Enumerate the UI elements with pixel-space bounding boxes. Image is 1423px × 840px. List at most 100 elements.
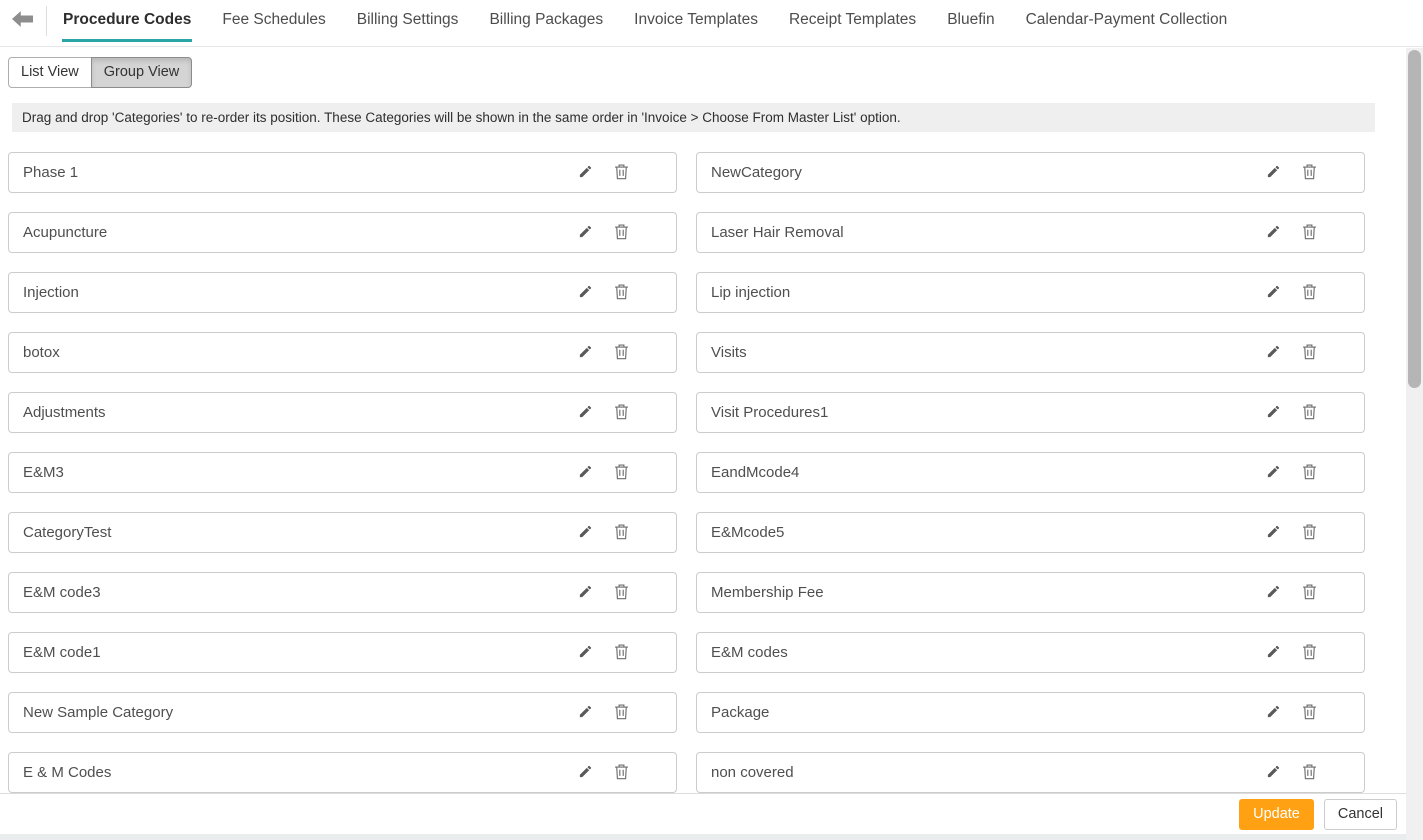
category-card[interactable]: EandMcode4 (696, 452, 1365, 493)
edit-category-button[interactable] (1266, 524, 1281, 542)
delete-category-button[interactable] (1302, 223, 1317, 243)
category-card[interactable]: Lip injection (696, 272, 1365, 313)
delete-category-button[interactable] (614, 343, 629, 363)
tab-fee-schedules[interactable]: Fee Schedules (221, 11, 326, 42)
category-card[interactable]: CategoryTest (8, 512, 677, 553)
edit-category-button[interactable] (578, 524, 593, 542)
tab-label: Bluefin (947, 11, 994, 28)
list-view-button[interactable]: List View (8, 57, 92, 88)
edit-category-button[interactable] (1266, 764, 1281, 782)
edit-category-button[interactable] (1266, 464, 1281, 482)
nav-tabs: Procedure Codes Fee Schedules Billing Se… (62, 11, 1228, 42)
delete-category-button[interactable] (1302, 403, 1317, 423)
category-card-actions (1266, 453, 1317, 492)
category-name: E&Mcode5 (711, 524, 784, 541)
delete-category-button[interactable] (614, 583, 629, 603)
edit-category-button[interactable] (1266, 344, 1281, 362)
category-card[interactable]: E&M code1 (8, 632, 677, 673)
category-card[interactable]: Phase 1 (8, 152, 677, 193)
category-card[interactable]: botox (8, 332, 677, 373)
category-column-right: NewCategory Laser Hair Removal (696, 152, 1365, 793)
trash-icon (1302, 583, 1317, 603)
category-card[interactable]: NewCategory (696, 152, 1365, 193)
pencil-icon (578, 344, 593, 362)
delete-category-button[interactable] (1302, 463, 1317, 483)
edit-category-button[interactable] (1266, 704, 1281, 722)
pencil-icon (1266, 164, 1281, 182)
edit-category-button[interactable] (578, 764, 593, 782)
cancel-button[interactable]: Cancel (1324, 799, 1397, 830)
delete-category-button[interactable] (614, 283, 629, 303)
pencil-icon (1266, 464, 1281, 482)
delete-category-button[interactable] (614, 403, 629, 423)
category-card[interactable]: E&M3 (8, 452, 677, 493)
edit-category-button[interactable] (1266, 164, 1281, 182)
edit-category-button[interactable] (578, 644, 593, 662)
category-card[interactable]: Acupuncture (8, 212, 677, 253)
category-card-actions (578, 273, 629, 312)
edit-category-button[interactable] (578, 164, 593, 182)
category-card[interactable]: Visits (696, 332, 1365, 373)
trash-icon (614, 583, 629, 603)
category-card[interactable]: Laser Hair Removal (696, 212, 1365, 253)
edit-category-button[interactable] (1266, 584, 1281, 602)
edit-category-button[interactable] (578, 284, 593, 302)
category-name: botox (23, 344, 60, 361)
category-card[interactable]: Membership Fee (696, 572, 1365, 613)
category-card[interactable]: E & M Codes (8, 752, 677, 793)
delete-category-button[interactable] (614, 763, 629, 783)
edit-category-button[interactable] (1266, 644, 1281, 662)
category-card[interactable]: non covered (696, 752, 1365, 793)
category-card[interactable]: Visit Procedures1 (696, 392, 1365, 433)
tab-calendar-payment-collection[interactable]: Calendar-Payment Collection (1025, 11, 1229, 42)
delete-category-button[interactable] (1302, 523, 1317, 543)
delete-category-button[interactable] (614, 163, 629, 183)
edit-category-button[interactable] (578, 704, 593, 722)
delete-category-button[interactable] (1302, 703, 1317, 723)
edit-category-button[interactable] (1266, 224, 1281, 242)
edit-category-button[interactable] (578, 404, 593, 422)
back-button[interactable] (12, 10, 33, 33)
category-card[interactable]: E&Mcode5 (696, 512, 1365, 553)
edit-category-button[interactable] (1266, 284, 1281, 302)
drag-drop-info-banner: Drag and drop 'Categories' to re-order i… (12, 103, 1375, 132)
trash-icon (1302, 763, 1317, 783)
tab-receipt-templates[interactable]: Receipt Templates (788, 11, 917, 42)
pencil-icon (1266, 524, 1281, 542)
category-card-actions (578, 513, 629, 552)
tab-bluefin[interactable]: Bluefin (946, 11, 995, 42)
delete-category-button[interactable] (614, 523, 629, 543)
vertical-scrollbar[interactable] (1406, 48, 1423, 840)
category-card-actions (1266, 693, 1317, 732)
delete-category-button[interactable] (1302, 283, 1317, 303)
update-button[interactable]: Update (1239, 799, 1314, 830)
delete-category-button[interactable] (1302, 583, 1317, 603)
edit-category-button[interactable] (578, 584, 593, 602)
scrollbar-thumb[interactable] (1408, 50, 1421, 388)
edit-category-button[interactable] (578, 224, 593, 242)
category-card[interactable]: Injection (8, 272, 677, 313)
category-card[interactable]: New Sample Category (8, 692, 677, 733)
delete-category-button[interactable] (614, 223, 629, 243)
category-card[interactable]: Adjustments (8, 392, 677, 433)
delete-category-button[interactable] (614, 703, 629, 723)
tab-invoice-templates[interactable]: Invoice Templates (633, 11, 759, 42)
tab-billing-packages[interactable]: Billing Packages (488, 11, 604, 42)
tab-billing-settings[interactable]: Billing Settings (356, 11, 460, 42)
delete-category-button[interactable] (1302, 643, 1317, 663)
edit-category-button[interactable] (1266, 404, 1281, 422)
group-view-button[interactable]: Group View (91, 57, 193, 88)
category-card[interactable]: E&M code3 (8, 572, 677, 613)
delete-category-button[interactable] (1302, 343, 1317, 363)
edit-category-button[interactable] (578, 344, 593, 362)
edit-category-button[interactable] (578, 464, 593, 482)
category-card[interactable]: Package (696, 692, 1365, 733)
category-card[interactable]: E&M codes (696, 632, 1365, 673)
tab-procedure-codes[interactable]: Procedure Codes (62, 11, 192, 42)
delete-category-button[interactable] (614, 463, 629, 483)
delete-category-button[interactable] (1302, 763, 1317, 783)
delete-category-button[interactable] (1302, 163, 1317, 183)
trash-icon (1302, 223, 1317, 243)
top-tab-bar: Procedure Codes Fee Schedules Billing Se… (0, 0, 1423, 47)
delete-category-button[interactable] (614, 643, 629, 663)
